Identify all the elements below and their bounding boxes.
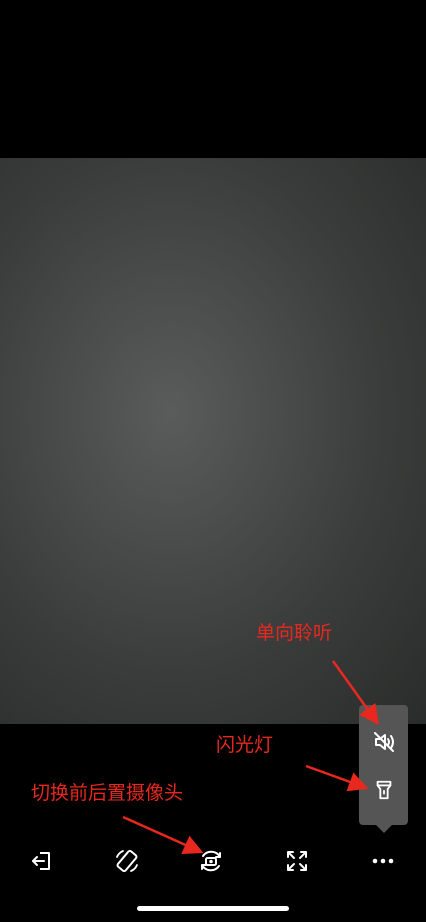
exit-icon — [32, 852, 50, 870]
annotation-one-way-listen: 单向聆听 — [256, 622, 333, 644]
flashlight-button[interactable] — [371, 777, 396, 802]
fullscreen-icon — [287, 851, 307, 871]
video-call-screen: 单向聆听 闪光灯 切换前后置摄像头 — [0, 0, 426, 922]
fullscreen-button[interactable] — [284, 848, 310, 874]
flashlight-icon — [376, 780, 391, 799]
rotate-screen-icon — [116, 849, 138, 873]
top-letterbox — [0, 0, 426, 158]
speaker-muted-icon — [373, 731, 394, 752]
home-indicator[interactable] — [137, 906, 289, 911]
more-dots-icon — [372, 858, 394, 864]
exit-button[interactable] — [29, 848, 55, 874]
one-way-listen-button[interactable] — [371, 729, 396, 754]
switch-camera-icon — [201, 850, 221, 872]
floating-menu — [359, 705, 408, 833]
more-button[interactable] — [370, 848, 396, 874]
switch-camera-button[interactable] — [198, 848, 224, 874]
rotate-screen-button[interactable] — [114, 848, 140, 874]
annotation-switch-camera: 切换前后置摄像头 — [31, 782, 184, 804]
annotation-flashlight: 闪光灯 — [216, 734, 274, 756]
video-preview — [0, 158, 426, 724]
